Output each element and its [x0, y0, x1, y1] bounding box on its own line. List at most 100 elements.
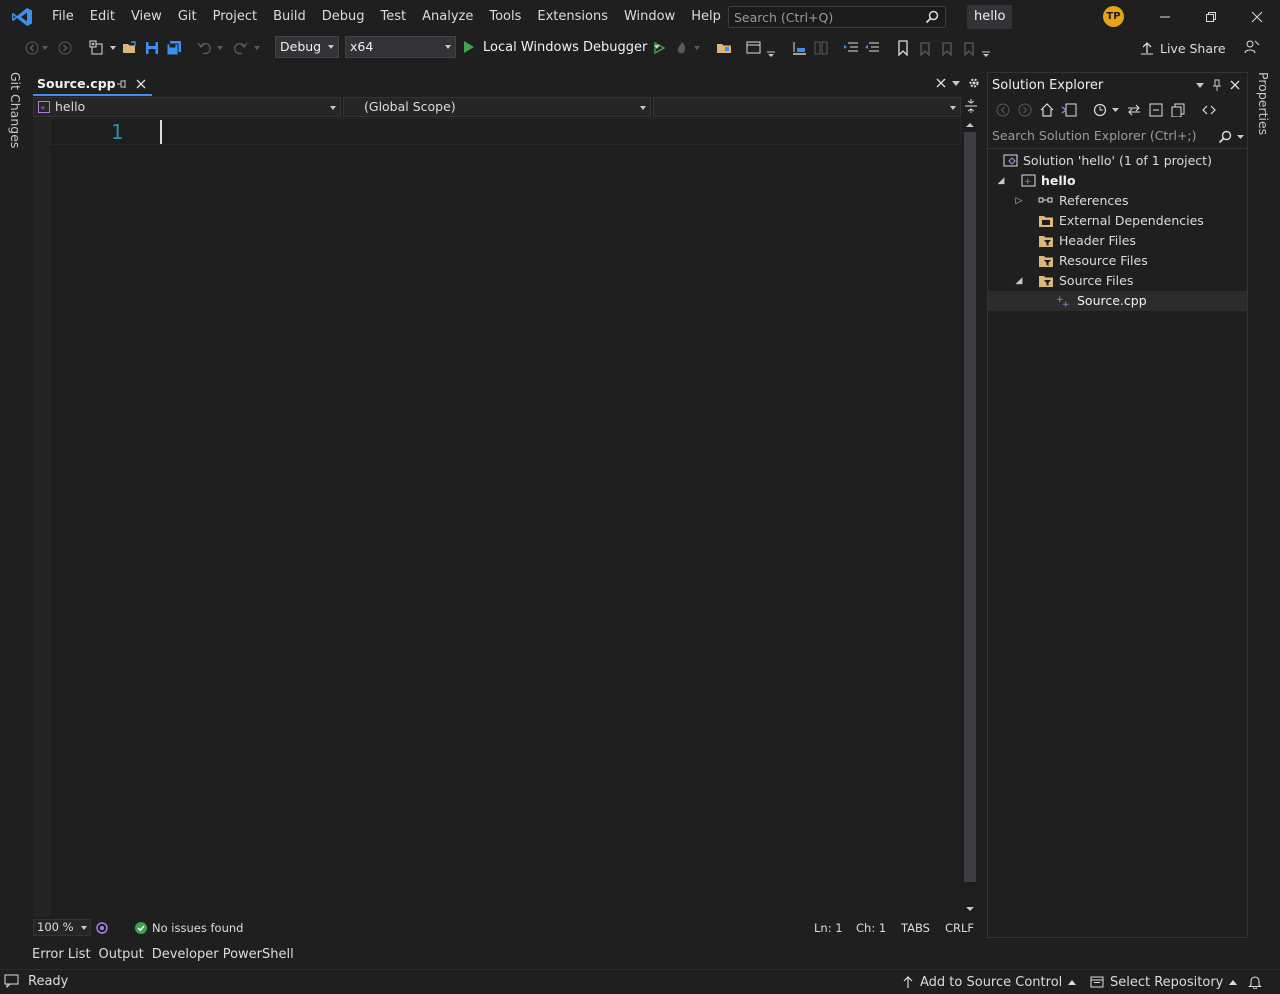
tab-error-list[interactable]: Error List: [28, 947, 95, 962]
platform-select[interactable]: x64: [345, 36, 456, 58]
save-all-icon[interactable]: [166, 40, 182, 56]
restore-button[interactable]: [1188, 0, 1234, 34]
scroll-up-icon[interactable]: [963, 120, 977, 130]
step-over-icon[interactable]: [813, 40, 829, 56]
scroll-down-icon[interactable]: [963, 904, 977, 914]
chevron-down-icon[interactable]: [1237, 135, 1244, 140]
sync-with-document-icon[interactable]: [1127, 103, 1141, 117]
close-panel-icon[interactable]: [1230, 80, 1240, 90]
properties-tab[interactable]: Properties: [1256, 72, 1271, 135]
close-window-button[interactable]: [1234, 0, 1280, 34]
chevron-down-icon[interactable]: [252, 40, 262, 56]
menu-tools[interactable]: Tools: [481, 0, 529, 34]
close-all-tabs-icon[interactable]: [936, 78, 946, 88]
expanded-arrow-icon[interactable]: ◢: [996, 171, 1006, 191]
next-bookmark-icon[interactable]: [939, 40, 955, 56]
live-share-button[interactable]: Live Share: [1140, 37, 1226, 59]
split-editor-icon[interactable]: [965, 99, 977, 113]
gear-icon[interactable]: [968, 77, 980, 89]
hot-reload-icon[interactable]: [674, 40, 690, 56]
new-project-icon[interactable]: [89, 40, 105, 56]
menu-file[interactable]: File: [44, 0, 82, 34]
tree-item-resource-files[interactable]: Resource Files: [988, 251, 1247, 271]
menu-build[interactable]: Build: [265, 0, 314, 34]
zoom-select[interactable]: 100 %: [33, 919, 91, 936]
pending-changes-filter-icon[interactable]: [1093, 103, 1107, 117]
solution-search-input[interactable]: Search Solution Explorer (Ctrl+;): [988, 125, 1247, 149]
overflow-icon[interactable]: [981, 46, 991, 62]
pin-icon[interactable]: [1212, 79, 1222, 91]
menu-git[interactable]: Git: [170, 0, 205, 34]
add-to-source-control-button[interactable]: Add to Source Control: [902, 973, 1077, 991]
window-layout-icon[interactable]: [746, 40, 762, 56]
project-nav-select[interactable]: + hello: [33, 97, 341, 117]
tab-output[interactable]: Output: [95, 947, 148, 962]
open-folder-icon[interactable]: [122, 40, 138, 56]
tree-item-references[interactable]: ▷ References: [988, 191, 1247, 211]
chevron-down-icon[interactable]: [692, 40, 702, 56]
chevron-down-icon[interactable]: [215, 40, 225, 56]
menu-project[interactable]: Project: [205, 0, 265, 34]
back-icon[interactable]: [996, 103, 1010, 117]
code-view-icon[interactable]: [1202, 103, 1216, 117]
navigate-back-icon[interactable]: [24, 40, 40, 56]
menu-extensions[interactable]: Extensions: [529, 0, 616, 34]
tab-developer-powershell[interactable]: Developer PowerShell: [148, 947, 298, 962]
menu-help[interactable]: Help: [683, 0, 729, 34]
previous-bookmark-icon[interactable]: [917, 40, 933, 56]
browse-folder-icon[interactable]: [716, 40, 732, 56]
outdent-icon[interactable]: [864, 40, 880, 56]
start-debugging-button[interactable]: Local Windows Debugger: [462, 36, 662, 58]
intellicode-icon[interactable]: [95, 921, 109, 935]
output-window-icon[interactable]: [4, 974, 20, 988]
tree-item-project[interactable]: ◢ + hello: [988, 171, 1247, 191]
redo-icon[interactable]: [232, 40, 248, 56]
pin-icon[interactable]: [117, 79, 127, 89]
scrollbar-thumb[interactable]: [964, 132, 976, 882]
chevron-down-icon[interactable]: [40, 40, 50, 56]
menu-window[interactable]: Window: [616, 0, 683, 34]
scope-nav-select[interactable]: (Global Scope): [343, 97, 651, 117]
member-nav-select[interactable]: [653, 97, 961, 117]
tree-item-solution[interactable]: Solution 'hello' (1 of 1 project): [988, 151, 1247, 171]
tree-item-header-files[interactable]: Header Files: [988, 231, 1247, 251]
show-all-files-icon[interactable]: [1171, 103, 1185, 117]
collapsed-arrow-icon[interactable]: ▷: [1014, 191, 1024, 211]
close-tab-icon[interactable]: [136, 79, 146, 89]
menu-test[interactable]: Test: [373, 0, 415, 34]
git-changes-tab[interactable]: Git Changes: [8, 72, 23, 148]
forward-icon[interactable]: [1018, 103, 1032, 117]
home-icon[interactable]: [1040, 103, 1054, 117]
bookmark-icon[interactable]: [895, 40, 911, 56]
feedback-icon[interactable]: [1244, 39, 1260, 55]
collapse-all-icon[interactable]: [1149, 103, 1163, 117]
vertical-scrollbar[interactable]: [963, 118, 977, 917]
line-ending-indicator[interactable]: CRLF: [945, 921, 974, 935]
configuration-select[interactable]: Debug: [275, 36, 339, 58]
menu-view[interactable]: View: [123, 0, 170, 34]
code-editor[interactable]: 1: [33, 118, 961, 917]
window-position-chevron-icon[interactable]: [1196, 83, 1204, 89]
clear-bookmarks-icon[interactable]: [961, 40, 977, 56]
user-avatar[interactable]: TP: [1103, 6, 1124, 27]
navigate-forward-icon[interactable]: [57, 40, 73, 56]
chevron-down-icon[interactable]: [108, 40, 118, 56]
undo-icon[interactable]: [197, 40, 213, 56]
tab-list-chevron-icon[interactable]: [952, 81, 960, 87]
step-into-icon[interactable]: [791, 40, 807, 56]
indent-icon[interactable]: [843, 40, 859, 56]
select-repository-button[interactable]: Select Repository: [1090, 973, 1238, 991]
menu-analyze[interactable]: Analyze: [414, 0, 481, 34]
line-indicator[interactable]: Ln: 1: [814, 921, 843, 935]
save-icon[interactable]: [144, 40, 160, 56]
tree-item-source-cpp[interactable]: + + Source.cpp: [988, 291, 1247, 311]
tree-item-source-files[interactable]: ◢ Source Files: [988, 271, 1247, 291]
indentation-indicator[interactable]: TABS: [901, 921, 930, 935]
minimize-button[interactable]: [1142, 0, 1188, 34]
global-search-input[interactable]: Search (Ctrl+Q): [728, 6, 946, 28]
switch-views-icon[interactable]: [1061, 103, 1077, 117]
expanded-arrow-icon[interactable]: ◢: [1014, 271, 1024, 291]
issues-status[interactable]: No issues found: [152, 921, 243, 935]
menu-edit[interactable]: Edit: [82, 0, 123, 34]
tab-source-cpp[interactable]: Source.cpp: [33, 72, 152, 96]
